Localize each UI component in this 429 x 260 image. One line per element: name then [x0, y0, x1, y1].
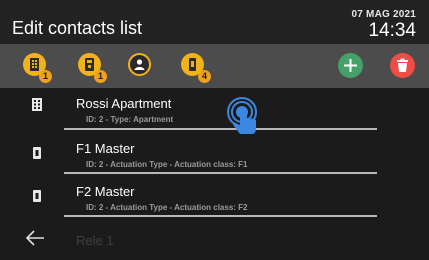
plus-icon: [344, 59, 357, 72]
list-item[interactable]: F2 Master ID: 2 - Actuation Type - Actua…: [0, 174, 429, 217]
building-icon: [32, 98, 42, 111]
toolbar: 1 1 4: [0, 44, 429, 88]
partial-list-item[interactable]: Rele 1: [76, 233, 114, 248]
page-title: Edit contacts list: [12, 18, 143, 38]
filter-entrance-panel-count-badge: 1: [94, 70, 107, 83]
contacts-list[interactable]: Rossi Apartment ID: 2 - Type: Apartment …: [0, 88, 429, 260]
filter-building-count-badge: 1: [39, 70, 52, 83]
contact-name: Rossi Apartment: [76, 96, 172, 111]
tap-gesture-icon: [227, 97, 257, 134]
add-contact-button[interactable]: [338, 53, 363, 78]
contact-details: ID: 2 - Type: Apartment: [86, 115, 174, 124]
contact-details: ID: 2 - Actuation Type - Actuation class…: [86, 160, 248, 169]
back-arrow-icon[interactable]: [24, 229, 46, 247]
date-label: 07 MAG 2021: [351, 9, 416, 20]
contact-name: F1 Master: [76, 141, 135, 156]
actuator-icon: [189, 58, 196, 71]
header-bar: Edit contacts list 07 MAG 2021 14:34: [0, 0, 429, 44]
filter-person-button[interactable]: [128, 53, 151, 76]
clock-time: 14:34: [368, 20, 416, 41]
contact-name: F2 Master: [76, 184, 135, 199]
row-divider: [64, 215, 377, 217]
actuator-icon: [33, 190, 41, 202]
list-item[interactable]: Rossi Apartment ID: 2 - Type: Apartment: [0, 88, 429, 131]
contact-details: ID: 2 - Actuation Type - Actuation class…: [86, 203, 248, 212]
person-contact-icon: [134, 59, 145, 70]
list-item[interactable]: F1 Master ID: 2 - Actuation Type - Actua…: [0, 131, 429, 174]
actuator-icon: [33, 147, 41, 159]
delete-contact-button[interactable]: [390, 53, 415, 78]
filter-actuator-count-badge: 4: [198, 70, 211, 83]
trash-icon: [397, 58, 408, 72]
